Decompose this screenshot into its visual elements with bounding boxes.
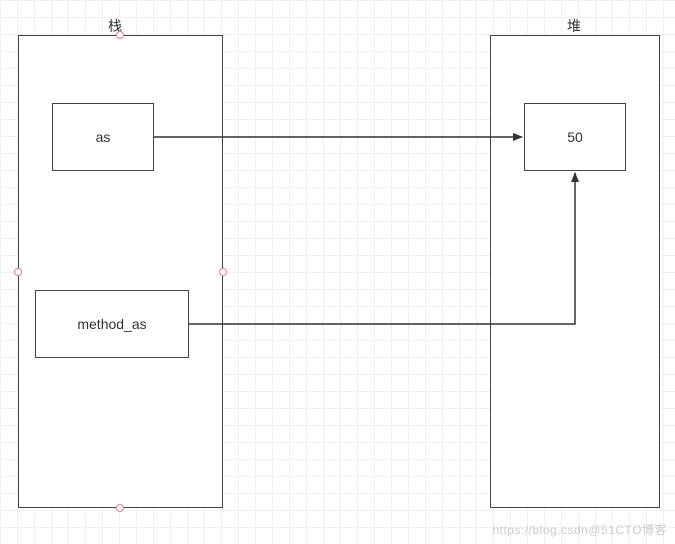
heap-label: 堆 <box>567 16 581 36</box>
method-as-box-text: method_as <box>77 316 146 332</box>
selection-handle[interactable] <box>14 268 22 276</box>
selection-handle[interactable] <box>116 504 124 512</box>
method-as-box: method_as <box>35 290 189 358</box>
as-box-text: as <box>96 129 111 145</box>
watermark: https://blog.csdn@51CTO博客 <box>492 521 667 538</box>
as-box: as <box>52 103 154 171</box>
fifty-box-text: 50 <box>567 129 583 145</box>
fifty-box: 50 <box>524 103 626 171</box>
selection-handle[interactable] <box>116 31 124 39</box>
selection-handle[interactable] <box>219 268 227 276</box>
